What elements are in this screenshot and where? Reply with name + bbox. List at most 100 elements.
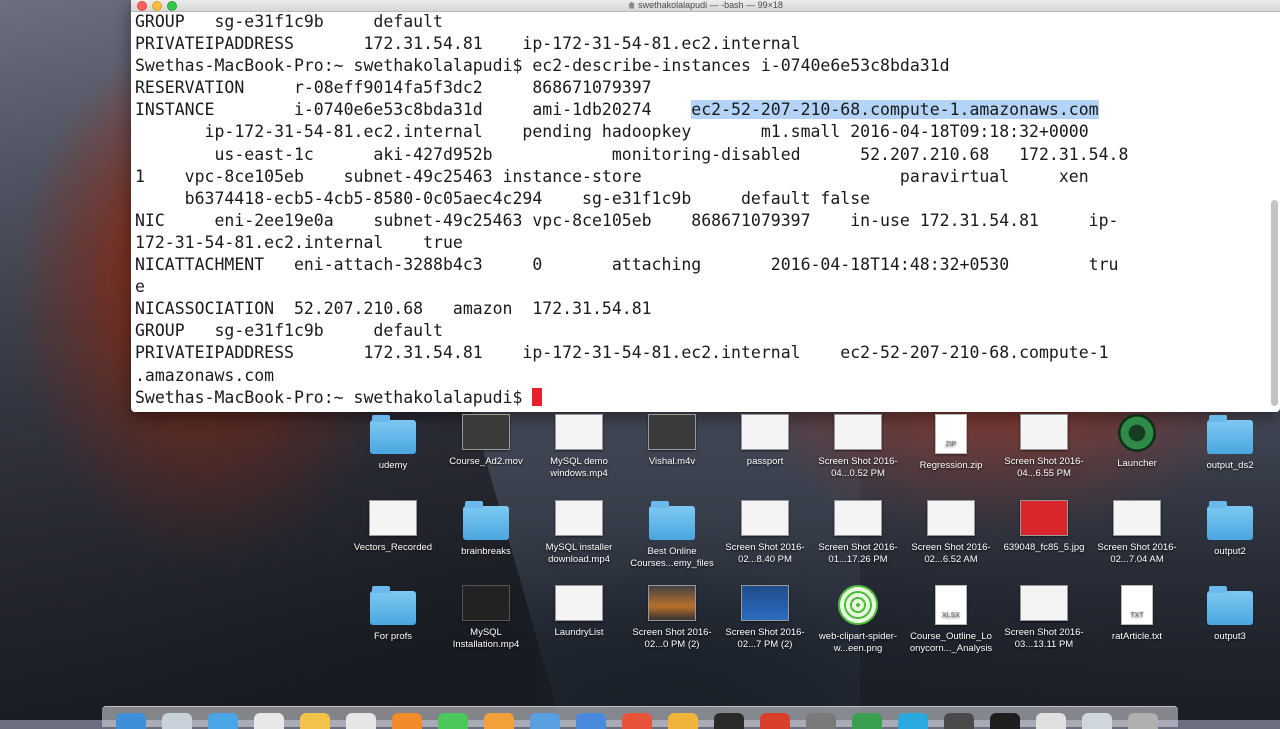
desktop-item[interactable]: TXT ratArticle.txt: [1087, 585, 1187, 643]
desktop-item[interactable]: Screen Shot 2016-02...7.04 AM: [1087, 500, 1187, 566]
file-type-badge: ZIP: [945, 441, 957, 448]
desktop-item[interactable]: 639048_fc85_5.jpg: [994, 500, 1094, 554]
dock-app-icon[interactable]: [254, 713, 284, 729]
desktop-item[interactable]: For profs: [343, 585, 443, 643]
dock-app-icon[interactable]: [760, 713, 790, 729]
desktop-item-label: Best Online Courses...emy_files: [630, 546, 714, 569]
desktop-item-label: Screen Shot 2016-04...6.55 PM: [1004, 456, 1084, 479]
dock-app-icon[interactable]: [208, 713, 238, 729]
desktop-item[interactable]: web-clipart-spider-w...een.png: [808, 585, 908, 655]
desktop-item[interactable]: Vectors_Recorded: [343, 500, 443, 554]
file-thumbnail-icon: [741, 414, 789, 450]
terminal-line: us-east-1c aki-427d952b monitoring-disab…: [135, 144, 1129, 164]
desktop-item-label: Screen Shot 2016-03...13.11 PM: [1004, 627, 1084, 650]
desktop-item-label: ratArticle.txt: [1111, 631, 1163, 642]
desktop-item[interactable]: Screen Shot 2016-02...7 PM (2): [715, 585, 815, 651]
desktop-item[interactable]: Launcher: [1087, 414, 1187, 470]
desktop-item[interactable]: Screen Shot 2016-02...6.52 AM: [901, 500, 1001, 566]
desktop-item[interactable]: Screen Shot 2016-04...6.55 PM: [994, 414, 1094, 480]
desktop-item-label: output2: [1214, 546, 1246, 557]
desktop-item-label: Screen Shot 2016-01...17.26 PM: [818, 542, 898, 565]
file-thumbnail-icon: [462, 585, 510, 621]
dock-app-icon[interactable]: [714, 713, 744, 729]
selected-public-dns[interactable]: ec2-52-207-210-68.compute-1.amazonaws.co…: [691, 100, 1099, 120]
dock-app-icon[interactable]: [806, 713, 836, 729]
dock-app-icon[interactable]: [484, 713, 514, 729]
desktop-item-label: MySQL installer download.mp4: [545, 542, 613, 565]
desktop-item[interactable]: XLSX Course_Outline_Lo onycorn..._Analysi…: [901, 585, 1001, 655]
desktop-item[interactable]: Screen Shot 2016-01...17.26 PM: [808, 500, 908, 566]
desktop-item-label: For profs: [373, 631, 412, 642]
close-button[interactable]: [137, 1, 147, 11]
desktop-item[interactable]: Vishal.m4v: [622, 414, 722, 468]
terminal-line: ip-172-31-54-81.ec2.internal pending had…: [135, 122, 1089, 142]
file-thumbnail-icon: [555, 585, 603, 621]
document-file-icon: TXT: [1121, 585, 1153, 625]
dock-app-icon[interactable]: [622, 713, 652, 729]
dock-app-icon[interactable]: [990, 713, 1020, 729]
dock-app-icon[interactable]: [162, 713, 192, 729]
desktop-item[interactable]: passport: [715, 414, 815, 468]
terminal-line: PRIVATEIPADDRESS 172.31.54.81 ip-172-31-…: [135, 343, 1109, 363]
desktop-item-label: Screen Shot 2016-02...7.04 AM: [1097, 542, 1177, 565]
dock-app-icon[interactable]: [438, 713, 468, 729]
file-thumbnail-icon: [741, 585, 789, 621]
file-thumbnail-icon: [741, 500, 789, 536]
terminal-scrollbar[interactable]: [1271, 200, 1278, 406]
instance-line-prefix: INSTANCE i-0740e6e53c8bda31d ami-1db2027…: [135, 100, 692, 120]
dock-app-icon[interactable]: [346, 713, 376, 729]
desktop-item[interactable]: Screen Shot 2016-04...0.52 PM: [808, 414, 908, 480]
file-thumbnail-icon: [648, 414, 696, 450]
prompt-line[interactable]: Swethas-MacBook-Pro:~ swethakolalapudi$: [135, 387, 1266, 409]
file-thumbnail-icon: [462, 414, 510, 450]
terminal-line: GROUP sg-e31f1c9b default: [135, 12, 443, 31]
window-title: swethakolalapudi — -bash — 99×18: [638, 0, 783, 10]
folder-icon: [1207, 415, 1253, 454]
shell-prompt: Swethas-MacBook-Pro:~ swethakolalapudi$: [135, 387, 533, 407]
desktop-item[interactable]: MySQL demo windows.mp4: [529, 414, 629, 480]
dock-app-icon[interactable]: [944, 713, 974, 729]
desktop-item[interactable]: Course_Ad2.mov: [436, 414, 536, 468]
text-cursor: [532, 387, 543, 406]
desktop-item[interactable]: Best Online Courses...emy_files: [622, 500, 722, 570]
dock-app-icon[interactable]: [668, 713, 698, 729]
terminal-line: GROUP sg-e31f1c9b default: [135, 321, 443, 341]
desktop-item-label: output_ds2: [1206, 460, 1254, 471]
terminal-output[interactable]: GROUP sg-e31f1c9b default PRIVATEIPADDRES…: [135, 11, 1266, 412]
dock-app-icon[interactable]: [1128, 713, 1158, 729]
desktop-item[interactable]: output2: [1180, 500, 1280, 558]
maximize-button[interactable]: [167, 1, 177, 11]
desktop-item-label: LaundryList: [554, 627, 604, 638]
launcher-app-icon: [1118, 414, 1156, 452]
desktop-item[interactable]: MySQL installer download.mp4: [529, 500, 629, 566]
desktop-item-label: MySQL demo windows.mp4: [550, 456, 608, 479]
desktop-item[interactable]: LaundryList: [529, 585, 629, 639]
dock-app-icon[interactable]: [576, 713, 606, 729]
desktop-item[interactable]: Screen Shot 2016-02...0 PM (2): [622, 585, 722, 651]
desktop-item-label: output3: [1214, 631, 1246, 642]
desktop-item-label: web-clipart-spider-w...een.png: [818, 631, 898, 654]
desktop-item[interactable]: MySQL Installation.mp4: [436, 585, 536, 651]
window-title-wrap: swethakolalapudi — -bash — 99×18: [628, 0, 783, 10]
dock-app-icon[interactable]: [530, 713, 560, 729]
desktop-item-label: Screen Shot 2016-02...6.52 AM: [911, 542, 991, 565]
desktop-item[interactable]: output_ds2: [1180, 414, 1280, 472]
dock-app-icon[interactable]: [116, 713, 146, 729]
desktop-item[interactable]: Screen Shot 2016-03...13.11 PM: [994, 585, 1094, 651]
desktop-item[interactable]: brainbreaks: [436, 500, 536, 558]
folder-icon: [1207, 586, 1253, 625]
desktop-item[interactable]: output3: [1180, 585, 1280, 643]
desktop-item-label: Course_Ad2.mov: [449, 456, 523, 467]
dock-app-icon[interactable]: [852, 713, 882, 729]
dock-app-icon[interactable]: [392, 713, 422, 729]
minimize-button[interactable]: [152, 1, 162, 11]
desktop-item-label: Vectors_Recorded: [353, 542, 433, 553]
dock-app-icon[interactable]: [300, 713, 330, 729]
dock-app-icon[interactable]: [1036, 713, 1066, 729]
desktop-item[interactable]: ZIP Regression.zip: [901, 414, 1001, 472]
desktop-item[interactable]: udemy: [343, 414, 443, 472]
terminal-window[interactable]: swethakolalapudi — -bash — 99×18 GROUP s…: [131, 0, 1280, 412]
dock-app-icon[interactable]: [1082, 713, 1112, 729]
desktop-item[interactable]: Screen Shot 2016-02...8.40 PM: [715, 500, 815, 566]
dock-app-icon[interactable]: [898, 713, 928, 729]
